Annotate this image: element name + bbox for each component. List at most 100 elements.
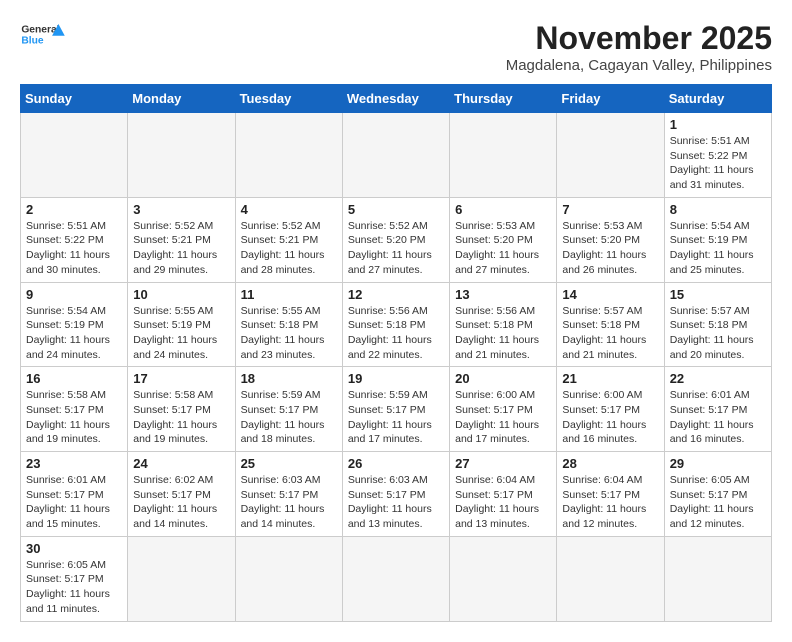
- day-number: 6: [455, 202, 551, 217]
- day-number: 29: [670, 456, 766, 471]
- day-info: Sunrise: 6:03 AM Sunset: 5:17 PM Dayligh…: [241, 473, 337, 532]
- day-info: Sunrise: 5:52 AM Sunset: 5:20 PM Dayligh…: [348, 219, 444, 278]
- day-number: 25: [241, 456, 337, 471]
- calendar-cell: 14Sunrise: 5:57 AM Sunset: 5:18 PM Dayli…: [557, 282, 664, 367]
- calendar-cell: [342, 536, 449, 621]
- day-number: 26: [348, 456, 444, 471]
- day-number: 14: [562, 287, 658, 302]
- calendar-cell: [557, 113, 664, 198]
- day-number: 13: [455, 287, 551, 302]
- calendar-cell: 19 Sunrise: 5:59 AM Sunset: 5:17 PM Dayli…: [342, 367, 449, 452]
- day-number: 19: [348, 371, 444, 386]
- calendar-cell: 12 Sunrise: 5:56 AM Sunset: 5:18 PM Dayli…: [342, 282, 449, 367]
- day-info: Sunrise: 5:53 AM Sunset: 5:20 PM Dayligh…: [455, 219, 551, 278]
- calendar-row: 1Sunrise: 5:51 AM Sunset: 5:22 PM Daylig…: [21, 113, 772, 198]
- calendar-cell: 27Sunrise: 6:04 AM Sunset: 5:17 PM Dayli…: [450, 452, 557, 537]
- day-info: Sunrise: 5:55 AM Sunset: 5:19 PM Dayligh…: [133, 304, 229, 363]
- day-number: 16: [26, 371, 122, 386]
- day-info: Sunrise: 6:00 AM Sunset: 5:17 PM Dayligh…: [455, 388, 551, 447]
- col-wednesday: Wednesday: [342, 85, 449, 113]
- day-info: Sunrise: 5:58 AM Sunset: 5:17 PM Dayligh…: [133, 388, 229, 447]
- calendar-cell: 4 Sunrise: 5:52 AM Sunset: 5:21 PM Daylig…: [235, 197, 342, 282]
- logo: General Blue: [20, 20, 70, 52]
- day-number: 18: [241, 371, 337, 386]
- calendar-cell: 17 Sunrise: 5:58 AM Sunset: 5:17 PM Dayli…: [128, 367, 235, 452]
- calendar-cell: [450, 536, 557, 621]
- calendar-cell: [342, 113, 449, 198]
- day-number: 8: [670, 202, 766, 217]
- day-number: 2: [26, 202, 122, 217]
- calendar-cell: 28Sunrise: 6:04 AM Sunset: 5:17 PM Dayli…: [557, 452, 664, 537]
- day-info: Sunrise: 6:04 AM Sunset: 5:17 PM Dayligh…: [562, 473, 658, 532]
- col-friday: Friday: [557, 85, 664, 113]
- day-number: 12: [348, 287, 444, 302]
- day-info: Sunrise: 5:52 AM Sunset: 5:21 PM Dayligh…: [133, 219, 229, 278]
- calendar-cell: 2 Sunrise: 5:51 AM Sunset: 5:22 PM Daylig…: [21, 197, 128, 282]
- calendar-table: Sunday Monday Tuesday Wednesday Thursday…: [20, 84, 772, 622]
- day-number: 9: [26, 287, 122, 302]
- day-info: Sunrise: 6:03 AM Sunset: 5:17 PM Dayligh…: [348, 473, 444, 532]
- col-thursday: Thursday: [450, 85, 557, 113]
- calendar-row: 30 Sunrise: 6:05 AM Sunset: 5:17 PM Dayli…: [21, 536, 772, 621]
- title-section: November 2025 Magdalena, Cagayan Valley,…: [506, 20, 772, 74]
- day-number: 17: [133, 371, 229, 386]
- calendar-cell: [21, 113, 128, 198]
- calendar-cell: 22Sunrise: 6:01 AM Sunset: 5:17 PM Dayli…: [664, 367, 771, 452]
- calendar-row: 23Sunrise: 6:01 AM Sunset: 5:17 PM Dayli…: [21, 452, 772, 537]
- day-number: 20: [455, 371, 551, 386]
- day-number: 4: [241, 202, 337, 217]
- calendar-cell: 24Sunrise: 6:02 AM Sunset: 5:17 PM Dayli…: [128, 452, 235, 537]
- calendar-cell: [128, 536, 235, 621]
- day-info: Sunrise: 5:58 AM Sunset: 5:17 PM Dayligh…: [26, 388, 122, 447]
- calendar-row: 16 Sunrise: 5:58 AM Sunset: 5:17 PM Dayli…: [21, 367, 772, 452]
- day-info: Sunrise: 5:55 AM Sunset: 5:18 PM Dayligh…: [241, 304, 337, 363]
- col-sunday: Sunday: [21, 85, 128, 113]
- day-info: Sunrise: 6:00 AM Sunset: 5:17 PM Dayligh…: [562, 388, 658, 447]
- calendar-cell: [557, 536, 664, 621]
- day-info: Sunrise: 6:02 AM Sunset: 5:17 PM Dayligh…: [133, 473, 229, 532]
- day-info: Sunrise: 5:51 AM Sunset: 5:22 PM Dayligh…: [26, 219, 122, 278]
- calendar-cell: 26 Sunrise: 6:03 AM Sunset: 5:17 PM Dayli…: [342, 452, 449, 537]
- calendar-cell: 13 Sunrise: 5:56 AM Sunset: 5:18 PM Dayli…: [450, 282, 557, 367]
- day-info: Sunrise: 5:59 AM Sunset: 5:17 PM Dayligh…: [241, 388, 337, 447]
- calendar-cell: 3 Sunrise: 5:52 AM Sunset: 5:21 PM Daylig…: [128, 197, 235, 282]
- logo-svg: General Blue: [20, 20, 70, 50]
- day-info: Sunrise: 5:52 AM Sunset: 5:21 PM Dayligh…: [241, 219, 337, 278]
- day-number: 11: [241, 287, 337, 302]
- page-header: General Blue November 2025 Magdalena, Ca…: [20, 20, 772, 74]
- day-info: Sunrise: 5:59 AM Sunset: 5:17 PM Dayligh…: [348, 388, 444, 447]
- calendar-row: 9 Sunrise: 5:54 AM Sunset: 5:19 PM Daylig…: [21, 282, 772, 367]
- day-number: 3: [133, 202, 229, 217]
- calendar-cell: 1Sunrise: 5:51 AM Sunset: 5:22 PM Daylig…: [664, 113, 771, 198]
- col-monday: Monday: [128, 85, 235, 113]
- calendar-cell: [128, 113, 235, 198]
- page-title: November 2025: [506, 20, 772, 57]
- calendar-cell: 6 Sunrise: 5:53 AM Sunset: 5:20 PM Daylig…: [450, 197, 557, 282]
- col-saturday: Saturday: [664, 85, 771, 113]
- calendar-cell: 16 Sunrise: 5:58 AM Sunset: 5:17 PM Dayli…: [21, 367, 128, 452]
- day-info: Sunrise: 5:56 AM Sunset: 5:18 PM Dayligh…: [348, 304, 444, 363]
- day-number: 5: [348, 202, 444, 217]
- day-info: Sunrise: 5:57 AM Sunset: 5:18 PM Dayligh…: [670, 304, 766, 363]
- day-number: 7: [562, 202, 658, 217]
- day-number: 30: [26, 541, 122, 556]
- calendar-cell: 15 Sunrise: 5:57 AM Sunset: 5:18 PM Dayli…: [664, 282, 771, 367]
- day-info: Sunrise: 5:54 AM Sunset: 5:19 PM Dayligh…: [26, 304, 122, 363]
- day-number: 15: [670, 287, 766, 302]
- day-number: 23: [26, 456, 122, 471]
- calendar-cell: 11 Sunrise: 5:55 AM Sunset: 5:18 PM Dayli…: [235, 282, 342, 367]
- calendar-cell: 7 Sunrise: 5:53 AM Sunset: 5:20 PM Daylig…: [557, 197, 664, 282]
- day-info: Sunrise: 5:56 AM Sunset: 5:18 PM Dayligh…: [455, 304, 551, 363]
- svg-text:Blue: Blue: [21, 36, 44, 47]
- calendar-cell: 29Sunrise: 6:05 AM Sunset: 5:17 PM Dayli…: [664, 452, 771, 537]
- day-info: Sunrise: 5:51 AM Sunset: 5:22 PM Dayligh…: [670, 134, 766, 193]
- calendar-cell: 8Sunrise: 5:54 AM Sunset: 5:19 PM Daylig…: [664, 197, 771, 282]
- day-number: 10: [133, 287, 229, 302]
- calendar-cell: 30 Sunrise: 6:05 AM Sunset: 5:17 PM Dayli…: [21, 536, 128, 621]
- calendar-cell: [235, 113, 342, 198]
- day-info: Sunrise: 6:05 AM Sunset: 5:17 PM Dayligh…: [26, 558, 122, 617]
- calendar-cell: 9 Sunrise: 5:54 AM Sunset: 5:19 PM Daylig…: [21, 282, 128, 367]
- day-info: Sunrise: 5:53 AM Sunset: 5:20 PM Dayligh…: [562, 219, 658, 278]
- calendar-body: 1Sunrise: 5:51 AM Sunset: 5:22 PM Daylig…: [21, 113, 772, 622]
- calendar-cell: 20 Sunrise: 6:00 AM Sunset: 5:17 PM Dayli…: [450, 367, 557, 452]
